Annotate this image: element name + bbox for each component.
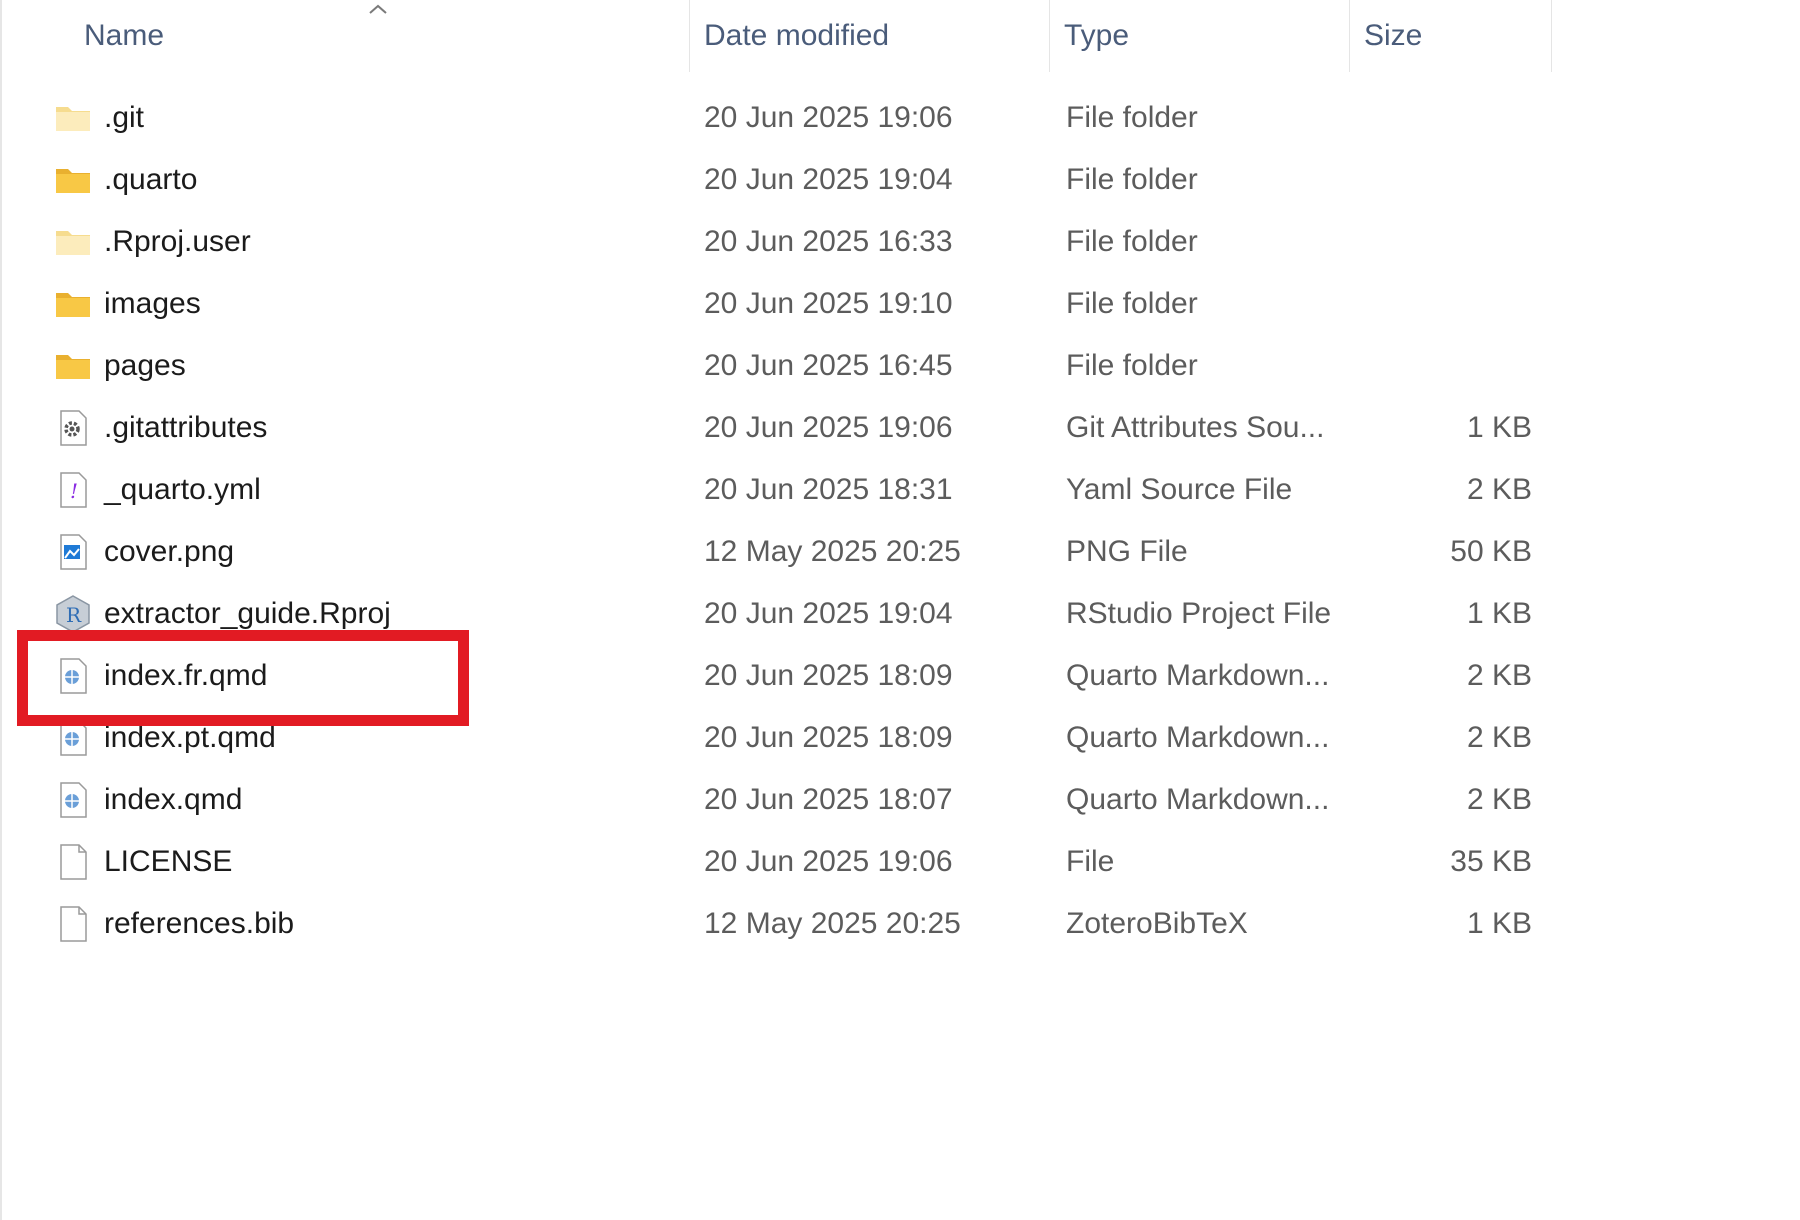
file-size: 2 KB [1466,472,1532,506]
file-date-modified: 12 May 2025 20:25 [704,534,961,568]
file-type: Quarto Markdown... [1066,782,1330,816]
column-header-name-label: Name [84,19,165,52]
file-date-modified: 20 Jun 2025 19:04 [704,596,953,630]
blank-file-icon [54,905,92,943]
file-date-modified: 20 Jun 2025 16:45 [704,348,953,382]
file-size: 1 KB [1466,596,1532,630]
blank-file-icon [54,843,92,881]
file-row-9[interactable]: index.fr.qmd 20 Jun 2025 18:09 Quarto Ma… [2,640,1562,711]
column-header-bar: Name Date modified Type Size [2,0,1800,72]
quarto-file-icon [54,781,92,819]
file-type: File folder [1066,162,1198,196]
file-row-1[interactable]: .quarto 20 Jun 2025 19:04 File folder [2,144,1562,215]
file-size [1362,330,1532,401]
file-name: .git [104,100,145,134]
file-type: Quarto Markdown... [1066,658,1330,692]
rproj-icon: R [54,595,92,633]
file-name: index.qmd [104,782,243,816]
file-type: Yaml Source File [1066,472,1293,506]
file-row-5[interactable]: .gitattributes 20 Jun 2025 19:06 Git Att… [2,392,1562,463]
file-size [1362,82,1532,153]
file-name: index.pt.qmd [104,720,276,754]
file-date-modified: 12 May 2025 20:25 [704,906,961,940]
svg-text:!: ! [70,479,78,503]
column-header-size-label: Size [1364,19,1423,52]
file-type: RStudio Project File [1066,596,1332,630]
file-list-pane: Name Date modified Type Size .git 20 Jun… [0,0,1800,1220]
file-size: 2 KB [1466,782,1532,816]
file-name: .Rproj.user [104,224,251,258]
file-type: PNG File [1066,534,1188,568]
folder-icon [54,347,92,385]
file-type: File folder [1066,286,1198,320]
file-row-10[interactable]: index.pt.qmd 20 Jun 2025 18:09 Quarto Ma… [2,702,1562,773]
file-type: File folder [1066,100,1198,134]
file-name: extractor_guide.Rproj [104,596,391,630]
file-name: .quarto [104,162,198,196]
file-date-modified: 20 Jun 2025 18:09 [704,720,953,754]
file-name: index.fr.qmd [104,658,268,692]
image-file-icon [54,533,92,571]
folder-icon [54,285,92,323]
file-size: 1 KB [1466,410,1532,444]
file-name: images [104,286,201,320]
file-name: _quarto.yml [104,472,261,506]
file-row-6[interactable]: ! _quarto.yml 20 Jun 2025 18:31 Yaml Sou… [2,454,1562,525]
file-name: pages [104,348,186,382]
column-header-name[interactable]: Name [2,0,690,72]
file-size: 35 KB [1450,844,1532,878]
folder-hidden-icon [54,223,92,261]
file-row-12[interactable]: LICENSE 20 Jun 2025 19:06 File 35 KB [2,826,1562,897]
column-header-type[interactable]: Type [1050,0,1350,72]
file-name: LICENSE [104,844,233,878]
file-row-3[interactable]: images 20 Jun 2025 19:10 File folder [2,268,1562,339]
file-size: 1 KB [1466,906,1532,940]
file-type: ZoteroBibTeX [1066,906,1248,940]
column-header-type-label: Type [1064,19,1130,52]
file-type: Git Attributes Sou... [1066,410,1325,444]
file-type: File folder [1066,348,1198,382]
file-date-modified: 20 Jun 2025 19:04 [704,162,953,196]
chevron-up-icon [369,4,387,14]
file-size: 50 KB [1450,534,1532,568]
folder-hidden-icon [54,99,92,137]
file-date-modified: 20 Jun 2025 19:06 [704,410,953,444]
file-date-modified: 20 Jun 2025 16:33 [704,224,953,258]
column-header-date-label: Date modified [704,19,890,52]
quarto-file-icon [54,657,92,695]
svg-text:R: R [66,603,82,627]
file-row-11[interactable]: index.qmd 20 Jun 2025 18:07 Quarto Markd… [2,764,1562,835]
gear-file-icon [54,409,92,447]
file-row-4[interactable]: pages 20 Jun 2025 16:45 File folder [2,330,1562,401]
file-date-modified: 20 Jun 2025 19:06 [704,100,953,134]
file-name: references.bib [104,906,295,940]
file-size [1362,206,1532,277]
file-size [1362,144,1532,215]
file-type: File [1066,844,1115,878]
yaml-file-icon: ! [54,471,92,509]
file-name: cover.png [104,534,235,568]
file-date-modified: 20 Jun 2025 18:07 [704,782,953,816]
file-row-0[interactable]: .git 20 Jun 2025 19:06 File folder [2,82,1562,153]
file-date-modified: 20 Jun 2025 19:06 [704,844,953,878]
file-size [1362,268,1532,339]
column-header-date-modified[interactable]: Date modified [690,0,1050,72]
file-date-modified: 20 Jun 2025 19:10 [704,286,953,320]
file-row-2[interactable]: .Rproj.user 20 Jun 2025 16:33 File folde… [2,206,1562,277]
file-row-7[interactable]: cover.png 12 May 2025 20:25 PNG File 50 … [2,516,1562,587]
file-row-8[interactable]: R extractor_guide.Rproj 20 Jun 2025 19:0… [2,578,1562,649]
file-size: 2 KB [1466,658,1532,692]
folder-icon [54,161,92,199]
file-name: .gitattributes [104,410,268,444]
file-type: File folder [1066,224,1198,258]
file-date-modified: 20 Jun 2025 18:31 [704,472,953,506]
file-date-modified: 20 Jun 2025 18:09 [704,658,953,692]
quarto-file-icon [54,719,92,757]
file-size: 2 KB [1466,720,1532,754]
column-header-size[interactable]: Size [1350,0,1552,72]
file-type: Quarto Markdown... [1066,720,1330,754]
file-row-13[interactable]: references.bib 12 May 2025 20:25 ZoteroB… [2,888,1562,959]
